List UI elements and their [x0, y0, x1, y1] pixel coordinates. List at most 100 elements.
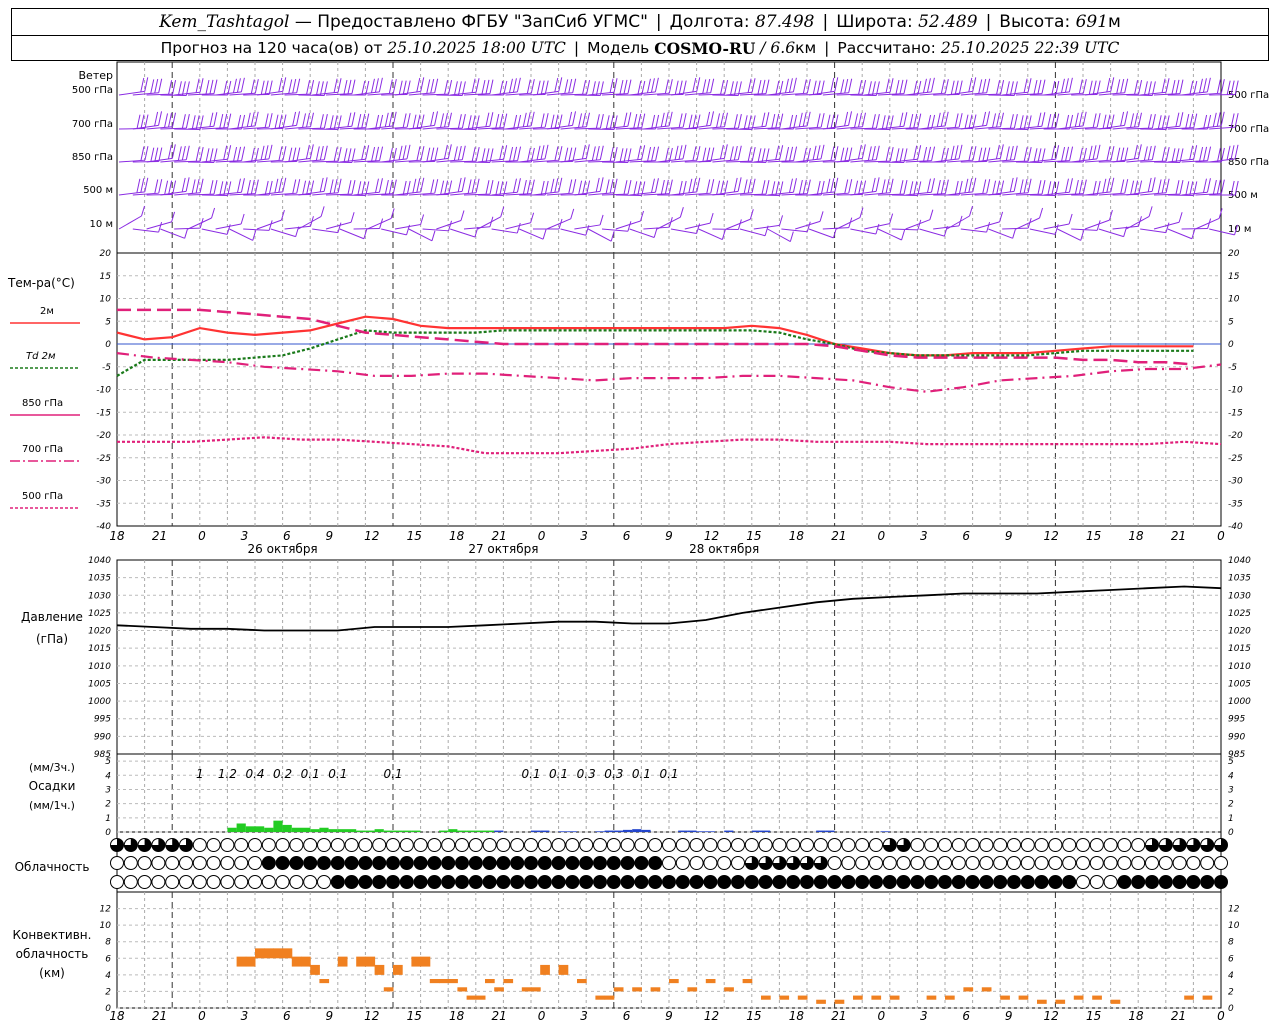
wind-barb-feather	[1220, 179, 1225, 194]
cloud-circle-fill	[1048, 875, 1062, 889]
wind-barb-feather	[812, 145, 817, 160]
wind-barb-feather	[305, 144, 310, 160]
wind-barb-feather	[720, 112, 725, 128]
cloud-circle	[717, 838, 732, 852]
cloud-circle	[1089, 856, 1104, 870]
cloud-symbol	[1048, 875, 1063, 889]
wind-barb-feather	[765, 112, 770, 127]
wind-barb-feather	[185, 113, 190, 129]
cloud-symbol	[289, 856, 304, 870]
convective-bar	[531, 987, 541, 992]
wind-barb-feather	[264, 145, 269, 160]
cloud-circle	[703, 856, 718, 870]
wind-barb-feather	[930, 178, 935, 193]
wind-barb-feather	[678, 80, 683, 95]
wind-barb-feather	[1175, 148, 1180, 163]
wind-barb-feather	[1198, 78, 1203, 93]
cloud-symbol	[496, 838, 511, 852]
cloud-symbol	[137, 856, 152, 870]
wind-barb-feather	[710, 78, 715, 93]
wind-barb-feather	[1092, 180, 1097, 196]
cloud-circle	[1186, 856, 1201, 870]
precip-bar	[705, 831, 715, 832]
convective-bar	[383, 987, 394, 992]
wind-barb-feather	[958, 144, 963, 159]
cloud-circle-fill	[772, 875, 786, 889]
x-hour-label-bottom: 18	[109, 1009, 125, 1023]
cloud-circle	[137, 856, 152, 870]
x-hour-label: 12	[364, 529, 379, 543]
pressure-tick-label-right: 1015	[1228, 644, 1251, 654]
wind-barb-feather	[716, 180, 721, 195]
wind-barb-feather	[751, 78, 756, 93]
conv-tick-label-left: 2	[105, 987, 111, 997]
precip-bar	[761, 830, 771, 832]
precip-bar	[227, 827, 237, 832]
cloud-symbol	[813, 838, 828, 852]
precip-bar	[448, 829, 458, 832]
precip-bar	[724, 830, 734, 832]
wind-barb-feather	[568, 179, 573, 194]
wind-barb-feather	[181, 145, 186, 161]
cloud-circle-fill	[565, 856, 579, 870]
wind-barb-feather	[609, 115, 614, 130]
wind-barb-shaft	[1112, 225, 1139, 230]
precip-bar	[255, 826, 265, 832]
wind-barb-feather	[775, 145, 780, 160]
wind-barb-shaft	[381, 228, 407, 236]
cloud-symbol	[882, 838, 897, 852]
wind-barb-feather	[292, 78, 297, 94]
cloud-symbol	[289, 838, 304, 852]
wind-barb-feather	[816, 145, 821, 160]
wind-barb-feather	[775, 181, 780, 196]
wind-barb-feather	[1110, 177, 1115, 192]
wind-barb-feather	[219, 113, 224, 129]
wind-barb-feather	[1175, 180, 1180, 195]
convective-bar	[365, 956, 376, 967]
wind-barb-feather	[1051, 181, 1056, 196]
wind-barb-feather	[254, 79, 259, 94]
wind-level-label-left: 10 м	[90, 219, 113, 230]
wind-barb-feather	[992, 180, 997, 195]
wind-barb-feather	[453, 81, 458, 96]
wind-barb-feather	[830, 114, 835, 129]
wind-barb-feather	[260, 145, 265, 160]
cloud-symbol	[1158, 875, 1173, 889]
x-day-label: 26 октября	[248, 542, 318, 556]
wind-barb-feather	[654, 178, 659, 193]
wind-barb-feather	[581, 144, 586, 160]
wind-barb-feather	[361, 113, 366, 128]
wind-barb-feather	[1189, 181, 1194, 196]
wind-barb-feather	[875, 113, 880, 129]
cloud-symbol	[275, 875, 290, 889]
wind-barb-feather	[481, 79, 486, 95]
cloud-circle-fill	[1200, 875, 1214, 889]
wind-barb-feather	[416, 114, 421, 129]
cloud-circle-fill	[496, 875, 510, 889]
wind-barb-feather	[844, 179, 849, 194]
cloud-symbol	[165, 875, 180, 889]
wind-barb-feather	[623, 180, 628, 195]
conv-tick-label-right: 12	[1228, 905, 1240, 915]
cloud-symbol	[579, 856, 594, 870]
temp-panel-title: Тем-ра(°С)	[7, 276, 75, 290]
cloud-symbol	[303, 875, 318, 889]
wind-barb-feather	[568, 78, 573, 94]
wind-level-label-right: 500 гПа	[1228, 90, 1269, 101]
x-hour-label-bottom: 3	[920, 1009, 928, 1023]
wind-barb-feather	[954, 113, 959, 128]
wind-barb-feather	[1148, 206, 1153, 217]
wind-barb-feather	[637, 80, 642, 96]
cloud-symbol	[1172, 856, 1187, 870]
wind-barb-feather	[982, 179, 987, 194]
precip-bar	[291, 827, 301, 832]
wind-barb-feather	[430, 147, 435, 162]
wind-barb-feather	[168, 80, 173, 95]
wind-barb-feather	[788, 78, 793, 93]
wind-barb-feather	[982, 147, 987, 162]
wind-barb-feather	[889, 78, 894, 93]
wind-barb-feather	[1082, 111, 1087, 126]
cloud-symbol	[123, 875, 138, 889]
cloud-symbol	[510, 875, 525, 889]
cloud-symbol	[744, 875, 759, 889]
